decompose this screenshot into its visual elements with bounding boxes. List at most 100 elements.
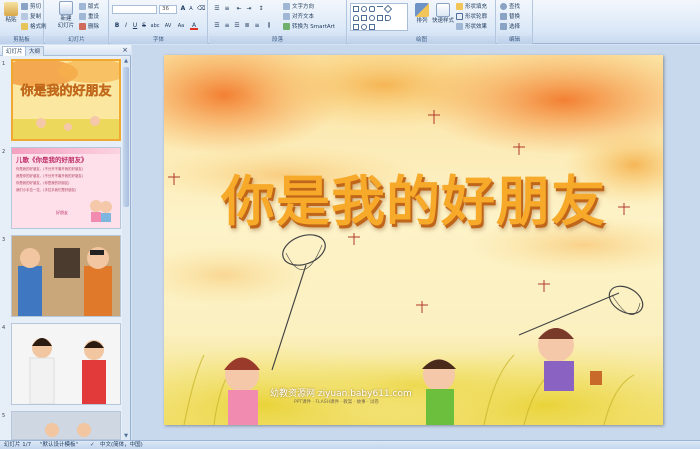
slide-number: 2 xyxy=(2,149,6,155)
find-button[interactable]: 查找 xyxy=(500,2,520,10)
rectangle-shape-icon[interactable] xyxy=(353,6,359,12)
tab-slides[interactable]: 幻灯片 xyxy=(2,46,27,56)
new-slide-button[interactable]: 新建 幻灯片 xyxy=(55,1,77,30)
close-panel-icon[interactable]: × xyxy=(122,46,128,55)
lyric-line: 我们小手拉一拉，(手拉手我们是好朋友) xyxy=(16,188,77,192)
quick-styles-button[interactable]: 快速样式 xyxy=(432,3,454,25)
theme-name: "默认设计模板" xyxy=(40,442,79,448)
bullets-button[interactable]: ☰ xyxy=(213,5,221,13)
replace-icon xyxy=(500,12,507,20)
scroll-up-icon[interactable]: ▲ xyxy=(122,57,130,65)
slide-thumbnail-4[interactable] xyxy=(11,323,121,405)
arrange-icon xyxy=(415,3,429,17)
callout-shape-icon[interactable] xyxy=(369,24,375,30)
align-text-icon xyxy=(283,12,290,20)
underline-button[interactable]: U xyxy=(131,22,139,30)
align-text-button[interactable]: 对齐文本 xyxy=(283,12,314,20)
shrink-font-button[interactable]: A xyxy=(187,5,195,13)
arrange-button[interactable]: 排列 xyxy=(412,3,432,25)
spellcheck-icon[interactable]: ✓ xyxy=(90,441,95,449)
rounded-rect-shape-icon[interactable] xyxy=(369,6,375,12)
columns-button[interactable]: ⫼ xyxy=(265,22,273,30)
select-arrow-icon xyxy=(500,22,507,30)
increase-indent-button[interactable]: ⇥ xyxy=(245,5,253,13)
align-left-button[interactable]: ☰ xyxy=(213,22,221,30)
cut-button[interactable]: 剪切 xyxy=(21,2,41,10)
numbering-button[interactable]: ≡ xyxy=(223,5,231,13)
scrollbar-thumb[interactable] xyxy=(123,67,129,207)
circle-shape-icon[interactable] xyxy=(369,15,375,21)
char-spacing-button[interactable]: AV xyxy=(163,22,173,30)
format-painter-button[interactable]: 格式刷 xyxy=(21,22,47,30)
slides-group: 新建 幻灯片 版式 重设 删除 幻灯片 xyxy=(45,0,109,44)
language-indicator[interactable]: 中文(简体，中国) xyxy=(100,441,143,449)
oval-shape-icon[interactable] xyxy=(361,6,367,12)
star-shape-icon[interactable] xyxy=(353,24,359,30)
slide-thumbnail-3[interactable] xyxy=(11,235,121,317)
lyric-line: 你是我的好朋友，(不分开不离开我的好朋友) xyxy=(16,167,84,171)
lyric-line: 我是你的好朋友，(不分开不离开我的好朋友) xyxy=(16,174,84,178)
line-shape-icon[interactable] xyxy=(377,6,383,12)
slide-number: 5 xyxy=(2,413,6,419)
clear-format-button[interactable]: ⌫ xyxy=(197,5,205,13)
tab-outline[interactable]: 大纲 xyxy=(25,46,45,56)
slide-thumbnail-5[interactable] xyxy=(11,411,121,440)
panel-tabs: 幻灯片 大纲 × xyxy=(0,45,131,56)
font-name-select[interactable] xyxy=(112,5,157,14)
slide-thumbnail-2[interactable]: 儿歌《你是我的好朋友》 你是我的好朋友，(不分开不离开我的好朋友) 我是你的好朋… xyxy=(11,147,121,229)
decrease-indent-button[interactable]: ⇤ xyxy=(235,5,243,13)
align-right-button[interactable]: ☰ xyxy=(233,22,241,30)
line-spacing-button[interactable]: ↕ xyxy=(257,5,265,13)
shape-effects-button[interactable]: 形状效果 xyxy=(456,22,487,30)
watercolor-background xyxy=(164,55,663,425)
pen-icon xyxy=(456,12,463,20)
slide-canvas[interactable]: 你是我的好朋友 幼教资源网 ziyuan.baby611.com PPT课件 ·… xyxy=(164,55,663,425)
watermark-subtext: PPT课件 · FLASH课件 · 教案 · 故事 · 试卷 xyxy=(294,400,379,405)
diamond-shape-icon[interactable] xyxy=(383,4,393,14)
align-center-button[interactable]: ≡ xyxy=(223,22,231,30)
smiley-shape-icon[interactable] xyxy=(361,24,367,30)
arc-shape-icon[interactable] xyxy=(353,15,359,21)
shape-outline-button[interactable]: 形状轮廓 xyxy=(456,12,487,20)
slide-title[interactable]: 你是我的好朋友 xyxy=(164,157,663,236)
font-group-label: 字体 xyxy=(110,36,207,44)
italic-button[interactable]: I xyxy=(122,22,130,30)
scroll-down-icon[interactable]: ▼ xyxy=(122,432,130,440)
bold-button[interactable]: B xyxy=(113,22,121,30)
text-direction-button[interactable]: 文字方向 xyxy=(283,2,314,10)
panel-scrollbar[interactable]: ▲ ▼ xyxy=(122,57,130,440)
girl-with-net-illustration xyxy=(224,357,260,425)
slide-number: 4 xyxy=(2,325,6,331)
shapes-gallery[interactable] xyxy=(350,3,408,31)
shape-fill-button[interactable]: 形状填充 xyxy=(456,2,487,10)
justify-button[interactable]: ≣ xyxy=(243,22,251,30)
smartart-button[interactable]: 转换为 SmartArt xyxy=(283,22,335,30)
layout-icon xyxy=(79,2,86,10)
delete-slide-button[interactable]: 删除 xyxy=(79,22,99,30)
reset-button[interactable]: 重设 xyxy=(79,12,99,20)
quick-styles-icon xyxy=(436,3,450,17)
replace-button[interactable]: 替换 xyxy=(500,12,520,20)
text-direction-icon xyxy=(283,2,290,10)
clipboard-group-label: 剪贴板 xyxy=(0,36,43,44)
slides-group-label: 幻灯片 xyxy=(45,36,108,44)
arrow-shape-icon[interactable] xyxy=(377,15,383,21)
layout-button[interactable]: 版式 xyxy=(79,2,99,10)
binoculars-icon xyxy=(500,2,507,10)
paste-button[interactable]: 粘贴 xyxy=(1,2,21,24)
brace-shape-icon[interactable] xyxy=(385,15,391,21)
font-color-button[interactable]: A xyxy=(190,22,198,30)
distributed-button[interactable]: ≡ xyxy=(253,22,261,30)
strikethrough-button[interactable]: S xyxy=(140,22,148,30)
ribbon: 粘贴 剪切 复制 格式刷 剪贴板 新建 幻灯片 版式 重设 删除 幻灯片 36 … xyxy=(0,0,700,44)
copy-button[interactable]: 复制 xyxy=(21,12,41,20)
shadow-button[interactable]: abc xyxy=(149,22,161,30)
grow-font-button[interactable]: A xyxy=(179,5,187,13)
effects-icon xyxy=(456,22,463,30)
font-size-select[interactable]: 36 xyxy=(159,5,177,14)
clipboard-group: 粘贴 剪切 复制 格式刷 剪贴板 xyxy=(0,0,47,44)
textbox-shape-icon[interactable] xyxy=(361,15,367,21)
slide-thumbnail-1[interactable]: 你是我的好朋友 xyxy=(11,59,121,141)
select-button[interactable]: 选择 xyxy=(500,22,520,30)
change-case-button[interactable]: Aa xyxy=(176,22,186,30)
